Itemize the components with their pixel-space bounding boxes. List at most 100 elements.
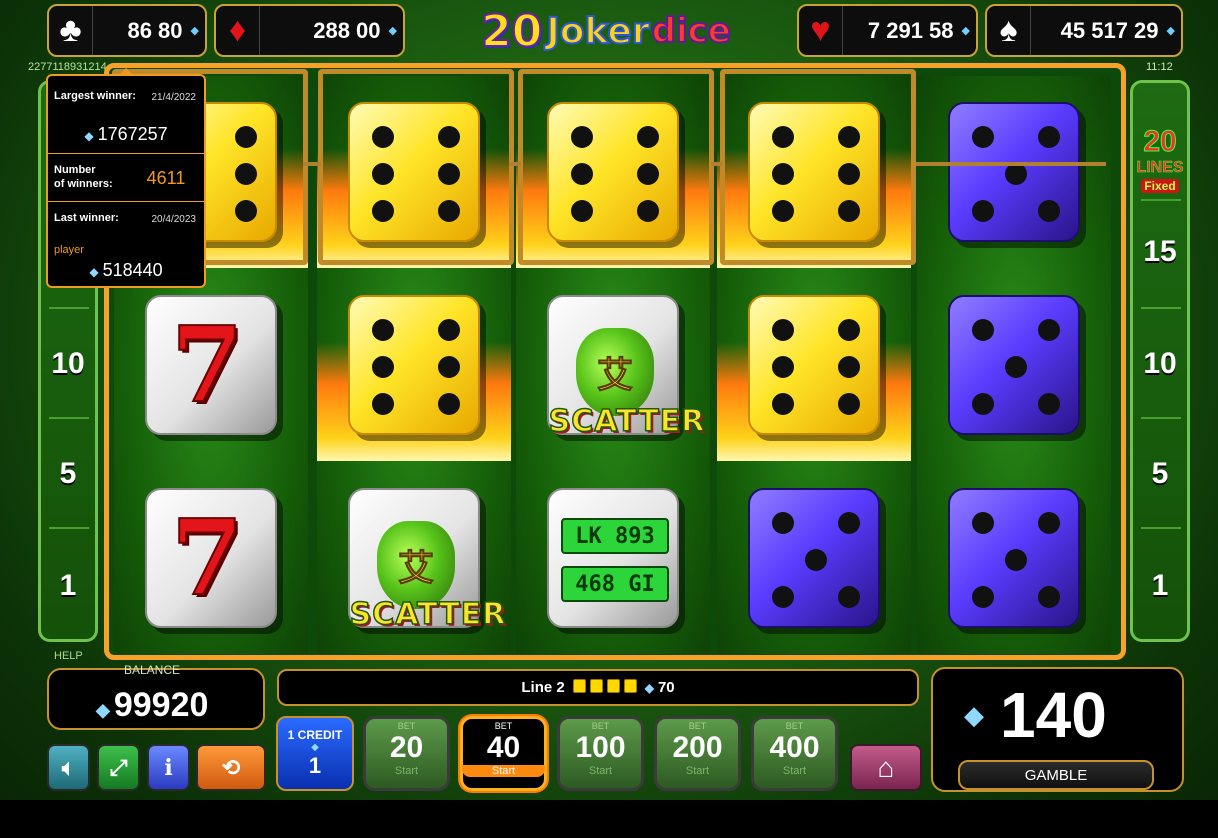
pip bbox=[838, 356, 860, 378]
jackpot-hearts: ♥ 7 291 58 ◆ bbox=[797, 4, 978, 57]
pip bbox=[838, 512, 860, 534]
home-icon: ⌂ bbox=[877, 751, 895, 783]
scatter-die: 艾 SCATTER bbox=[348, 488, 506, 633]
pip bbox=[372, 393, 394, 415]
credit-value: 1 bbox=[308, 753, 322, 778]
pip bbox=[438, 356, 460, 378]
jackpot-value: 86 80 bbox=[127, 17, 183, 43]
pip bbox=[972, 319, 994, 341]
line-marker: 5 bbox=[59, 457, 77, 490]
line-divider bbox=[49, 417, 89, 419]
license-plate-die: LK 893 468 GI bbox=[547, 488, 679, 628]
bet-start: Start bbox=[394, 765, 419, 777]
bet-value: 20 bbox=[389, 731, 424, 764]
pip bbox=[438, 319, 460, 341]
pip bbox=[1038, 393, 1060, 415]
pip bbox=[972, 512, 994, 534]
bet-button-200[interactable]: BET 200 Start bbox=[654, 716, 741, 791]
pip bbox=[1038, 512, 1060, 534]
jackpot-clubs: ♣ 86 80 ◆ bbox=[47, 4, 207, 57]
blue-die-five bbox=[748, 488, 880, 628]
blue-die-five bbox=[948, 102, 1080, 242]
largest-winner-section: Largest winner: 21/4/2022 ◆ 1767257 bbox=[48, 76, 204, 154]
bet-label: BET bbox=[494, 721, 513, 731]
bet-label: BET bbox=[785, 721, 804, 731]
jackpot-value: 288 00 bbox=[313, 17, 381, 43]
pip bbox=[1005, 356, 1027, 378]
seven-die: 7 bbox=[145, 295, 277, 435]
seven-die: 7 bbox=[145, 488, 277, 628]
bet-value: 400 bbox=[769, 731, 820, 764]
reel-cell: 艾 SCATTER bbox=[317, 462, 511, 654]
pip bbox=[372, 319, 394, 341]
win-highlight bbox=[518, 69, 714, 265]
autoplay-button[interactable]: ⟲ bbox=[196, 744, 266, 791]
status-symbols bbox=[571, 678, 639, 697]
diamond-icon: ◆ bbox=[190, 25, 199, 37]
game-stage: ♣ 86 80 ◆ ♦ 288 00 ◆ ♥ 7 291 58 ◆ ♠ 45 5… bbox=[0, 0, 1218, 838]
count-value: 4611 bbox=[146, 168, 186, 188]
line-marker: 1 bbox=[59, 569, 77, 602]
reel-cell bbox=[917, 76, 1111, 268]
pip bbox=[972, 586, 994, 608]
payline bbox=[509, 162, 521, 166]
largest-label: Largest winner: bbox=[54, 90, 136, 102]
pip bbox=[438, 393, 460, 415]
blue-die-five bbox=[948, 295, 1080, 435]
pip bbox=[772, 356, 794, 378]
pip bbox=[838, 319, 860, 341]
bet-button-400[interactable]: BET 400 Start bbox=[751, 716, 838, 791]
info-button[interactable]: i bbox=[147, 744, 190, 791]
credit-selector[interactable]: 1 CREDIT ◆ 1 bbox=[276, 716, 354, 791]
pip bbox=[972, 126, 994, 148]
line-marker: 10 bbox=[1143, 347, 1177, 380]
pip bbox=[1005, 163, 1027, 185]
reel-cell bbox=[317, 269, 511, 461]
info-icon: i bbox=[164, 754, 173, 781]
diamond-icon: ◆ bbox=[311, 742, 319, 753]
game-logo: 20 Joker dice bbox=[456, 2, 756, 60]
sound-button[interactable]: 🔈︎ bbox=[47, 744, 90, 791]
blue-die-five bbox=[948, 488, 1080, 628]
spades-icon: ♠ bbox=[987, 6, 1031, 55]
scatter-die: 艾 SCATTER bbox=[547, 295, 705, 440]
diamond-icon: ◆ bbox=[964, 700, 984, 730]
lines-label: LINES bbox=[1136, 159, 1184, 177]
line-divider bbox=[1141, 199, 1181, 201]
bet-value: 200 bbox=[672, 731, 723, 764]
jackpot-value: 7 291 58 bbox=[867, 17, 954, 43]
bet-start: Start bbox=[685, 765, 710, 777]
bet-button-100[interactable]: BET 100 Start bbox=[557, 716, 644, 791]
balance-value: ◆ 99920 bbox=[96, 686, 209, 724]
diamond-icon: ◆ bbox=[96, 700, 110, 720]
bet-start: Start bbox=[462, 765, 545, 777]
bet-button-20[interactable]: BET 20 Start bbox=[363, 716, 450, 791]
yellow-die-six bbox=[748, 295, 880, 435]
clock: 11:12 bbox=[1146, 61, 1173, 73]
popup-arrow bbox=[118, 68, 134, 76]
fullscreen-button[interactable]: ⤢ bbox=[97, 744, 140, 791]
last-label: Last winner: bbox=[54, 212, 119, 224]
pip bbox=[1005, 549, 1027, 571]
bet-button-40[interactable]: BET 40 Start bbox=[460, 716, 547, 791]
win-status-bar: Line 2 ◆ 70 bbox=[277, 669, 919, 706]
gamble-button[interactable]: GAMBLE bbox=[958, 760, 1154, 790]
bet-start: Start bbox=[588, 765, 613, 777]
payline bbox=[916, 162, 1106, 166]
bet-start: Start bbox=[782, 765, 807, 777]
line-marker: 15 bbox=[1143, 235, 1177, 268]
logo-suffix: dice bbox=[651, 10, 732, 52]
hearts-icon: ♥ bbox=[799, 6, 843, 55]
line-marker: 5 bbox=[1151, 457, 1169, 490]
diamonds-icon: ♦ bbox=[216, 6, 260, 55]
pip bbox=[1038, 319, 1060, 341]
logo-number: 20 bbox=[480, 5, 543, 58]
reel-cell bbox=[917, 462, 1111, 654]
diamond-icon: ◆ bbox=[961, 25, 970, 37]
lines-count: 20 LINES Fixed bbox=[1133, 125, 1187, 195]
home-button[interactable]: ⌂ bbox=[850, 744, 922, 791]
win-highlight bbox=[318, 69, 514, 265]
jackpot-value: 45 517 29 bbox=[1060, 17, 1159, 43]
seven-symbol: 7 bbox=[170, 495, 244, 620]
help-link[interactable]: HELP bbox=[54, 650, 83, 662]
